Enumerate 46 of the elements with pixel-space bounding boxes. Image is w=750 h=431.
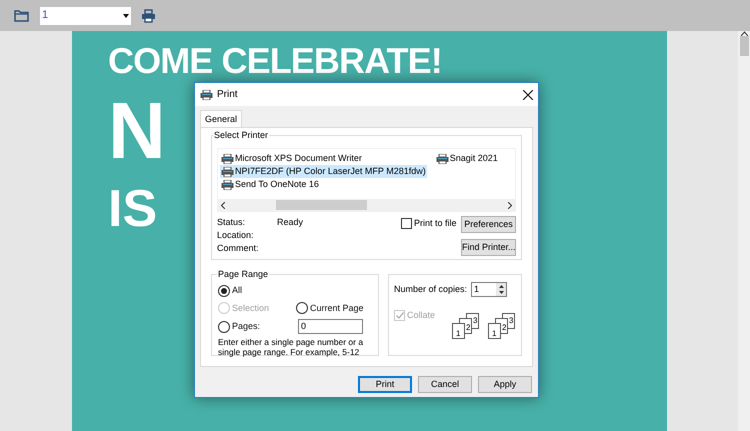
page-range-hint: Enter either a single page number or a single page range. For example, 5-12: [218, 337, 364, 357]
printer-item[interactable]: Send To OneNote 16: [220, 178, 427, 191]
printer-icon: [221, 180, 234, 190]
copies-spinner[interactable]: 1: [471, 282, 508, 297]
preferences-button[interactable]: Preferences: [461, 216, 516, 233]
poster-headline: COME CELEBRATE!: [108, 43, 442, 79]
radio-button[interactable]: Current Page: [296, 302, 364, 315]
poster-headline: N: [108, 91, 166, 171]
checkbox[interactable]: Print to file: [401, 217, 457, 230]
pages-input[interactable]: 0: [298, 319, 363, 334]
printer-icon[interactable]: [141, 8, 156, 22]
printer-item[interactable]: NPI7FE2DF (HP Color LaserJet MFP M281fdw): [220, 165, 427, 178]
printer-icon: [200, 90, 213, 100]
radio-button[interactable]: All: [218, 284, 242, 298]
close-icon[interactable]: [523, 90, 533, 100]
find-printer-button[interactable]: Find Printer...: [461, 239, 516, 256]
poster-headline: IS: [108, 183, 158, 235]
field-label: Status:: [217, 216, 246, 229]
page-select[interactable]: 1: [40, 6, 131, 24]
scroll-up-icon[interactable]: [740, 31, 748, 36]
copies-label: Number of copies:: [394, 282, 468, 296]
scroll-thumb[interactable]: [740, 36, 748, 56]
scrollbar[interactable]: [738, 31, 750, 431]
dialog-title: Print: [217, 88, 238, 102]
scroll-thumb[interactable]: [276, 200, 367, 210]
dialog-button[interactable]: Apply: [478, 376, 532, 393]
dropdown-arrow-icon: [123, 14, 129, 18]
dialog-button[interactable]: Print: [358, 376, 412, 393]
field-label: Comment:: [217, 242, 260, 255]
group-label: Page Range: [217, 268, 270, 280]
folder-icon[interactable]: [14, 9, 29, 22]
printer-item[interactable]: Snagit 2021: [434, 152, 499, 165]
printer-item[interactable]: Microsoft XPS Document Writer: [220, 152, 427, 165]
radio-button[interactable]: Pages:: [218, 320, 260, 334]
group-label: Select Printer: [213, 129, 270, 141]
printer-icon: [221, 166, 234, 176]
printer-icon: [436, 154, 449, 164]
scroll-left-icon[interactable]: [221, 202, 225, 208]
scroll-right-icon[interactable]: [508, 202, 512, 208]
printer-icon: [221, 154, 234, 164]
field-label: Location:: [217, 229, 255, 242]
status-value: Ready: [277, 217, 304, 227]
dialog-button[interactable]: Cancel: [418, 376, 472, 393]
check-icon: [396, 312, 404, 320]
tab[interactable]: General: [200, 110, 242, 127]
printer-list[interactable]: Microsoft XPS Document Writer NPI7FE2DF (HP Color LaserJet MFP M281fdw) Send To OneNote 16 Snagit 2021: [217, 148, 516, 212]
